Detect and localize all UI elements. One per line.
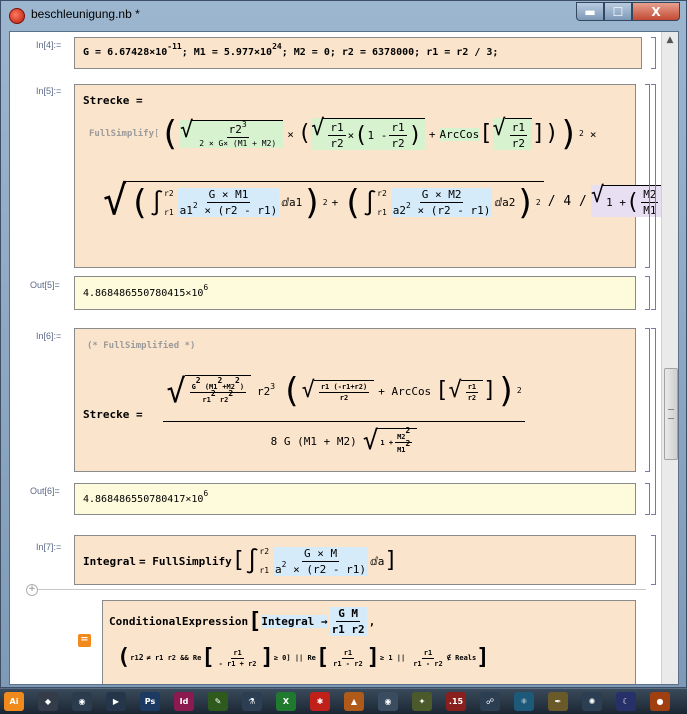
orb-icon[interactable]: ● <box>650 692 670 711</box>
inkscape-icon[interactable]: ◆ <box>38 692 58 711</box>
cell-label-in5: In[5]:= <box>36 86 62 96</box>
cell-label-in6: In[6]:= <box>36 331 62 341</box>
cell-insertion-line[interactable] <box>26 589 646 590</box>
scroll-up-icon[interactable]: ▲ <box>663 33 677 47</box>
maximize-button[interactable]: ☐ <box>604 2 632 21</box>
flask-icon[interactable]: ⚗ <box>242 692 262 711</box>
integral-expression: Integral = FullSimplify [ ∫ r2 r1 G × Ma2 … <box>83 546 398 576</box>
notebook-window: beschleunigung.nb * ▬ ☐ X In[4]:= G = 6.… <box>0 0 687 688</box>
minimize-button[interactable]: ▬ <box>576 2 604 21</box>
input-cell-5[interactable]: Strecke = FullSimplify[ ( √ r23 2 × G× (M… <box>74 84 678 268</box>
media-player-icon[interactable]: ▶ <box>106 692 126 711</box>
strecke-result: 4.868486550780415×106 <box>83 283 209 300</box>
window-controls: ▬ ☐ X <box>576 2 680 22</box>
mathematica-app-icon <box>9 8 25 24</box>
strecke-simplified-result: 4.868486550780417×106 <box>83 489 209 506</box>
eye-app-icon[interactable]: ◉ <box>72 692 92 711</box>
group-bracket[interactable] <box>651 84 656 310</box>
scrollbar-thumb[interactable] <box>664 368 678 460</box>
cell-label-out6: Out[6]= <box>30 486 60 496</box>
compass-icon[interactable]: ✺ <box>582 692 602 711</box>
input-cell-7[interactable]: Integral = FullSimplify [ ∫ r2 r1 G × Ma2 … <box>74 535 636 585</box>
grip-icon <box>668 409 674 419</box>
strecke-expression-row2: √ ( ∫ r2 r1 G × M1 a12 × (r2 - r1) ⅆa1 ) 2 … <box>103 181 678 221</box>
strecke-simplified-fraction: √ G2 (M12+M22) r12 r22 r23 ( √ r1 (-r1+r2)… <box>159 363 529 460</box>
close-button[interactable]: X <box>632 2 680 21</box>
title-bar[interactable]: beschleunigung.nb * ▬ ☐ X <box>1 1 686 31</box>
group-bracket[interactable] <box>651 328 656 515</box>
output-cell-5[interactable]: 4.868486550780415×106 <box>74 276 636 310</box>
output-cell-6[interactable]: 4.868486550780417×106 <box>74 483 636 515</box>
output-cell-7[interactable]: ConditionalExpression[ Integral → G Mr1 … <box>102 600 636 684</box>
calendar-icon[interactable]: .15 <box>446 692 466 711</box>
comment: (* FullSimplified *) <box>87 341 196 351</box>
matlab-icon[interactable]: ▲ <box>344 692 364 711</box>
condition-line: ( r1 2 ≠ r1 r2 && Re [ r1- r1 + r2 ] ≥ 0] … <box>117 645 490 670</box>
photoshop-icon[interactable]: Ps <box>140 692 160 711</box>
excel-icon[interactable]: X <box>276 692 296 711</box>
input-cell-6[interactable]: (* FullSimplified *) Strecke = √ G2 (M12… <box>74 328 636 472</box>
vertical-scrollbar[interactable]: ▲ <box>661 32 678 684</box>
cell-label-in4: In[4]:= <box>36 40 62 50</box>
constants-line: G = 6.67428×10-11; M1 = 5.977×1024; M2 =… <box>83 42 499 59</box>
green-pen-icon[interactable]: ✎ <box>208 692 228 711</box>
pen-tool-icon[interactable]: ✒ <box>548 692 568 711</box>
conditional-expression: ConditionalExpression[ Integral → G Mr1 … <box>109 607 376 636</box>
illustrator-icon[interactable]: Ai <box>4 692 24 711</box>
wolfram-player-icon[interactable]: ◉ <box>378 692 398 711</box>
cell-bracket[interactable] <box>645 276 650 310</box>
cell-bracket[interactable] <box>645 483 650 515</box>
strecke-expression-row1: FullSimplify[ ( √ r23 2 × G× (M1 + M2) × … <box>89 114 597 154</box>
cell-bracket[interactable] <box>651 37 656 69</box>
cell-bracket[interactable] <box>645 84 650 268</box>
strecke-assignment: Strecke = <box>83 94 143 107</box>
cell-label-out5: Out[5]= <box>30 280 60 290</box>
mathematica-icon[interactable]: ✱ <box>310 692 330 711</box>
input-cell-4[interactable]: G = 6.67428×10-11; M1 = 5.977×1024; M2 =… <box>74 37 642 69</box>
indesign-icon[interactable]: Id <box>174 692 194 711</box>
strecke-simplified-lhs: Strecke = <box>83 408 143 421</box>
cell-bracket[interactable] <box>645 328 650 472</box>
window-title: beschleunigung.nb * <box>31 7 140 21</box>
cell-label-in7: In[7]:= <box>36 542 62 552</box>
network-icon[interactable]: ☍ <box>480 692 500 711</box>
atom-icon[interactable]: ⚛ <box>514 692 534 711</box>
suggestion-icon[interactable]: = <box>78 634 91 647</box>
notebook-area[interactable]: In[4]:= G = 6.67428×10-11; M1 = 5.977×10… <box>9 31 679 685</box>
cell-bracket[interactable] <box>651 535 656 585</box>
night-icon[interactable]: ☾ <box>616 692 636 711</box>
taskbar: Ai ◆ ◉ ▶ Ps Id ✎ ⚗ X ✱ ▲ ◉ ✦ .15 ☍ ⚛ ✒ ✺ ☾ ● <box>0 688 687 714</box>
add-cell-icon[interactable]: + <box>26 584 38 596</box>
puzzle-icon[interactable]: ✦ <box>412 692 432 711</box>
